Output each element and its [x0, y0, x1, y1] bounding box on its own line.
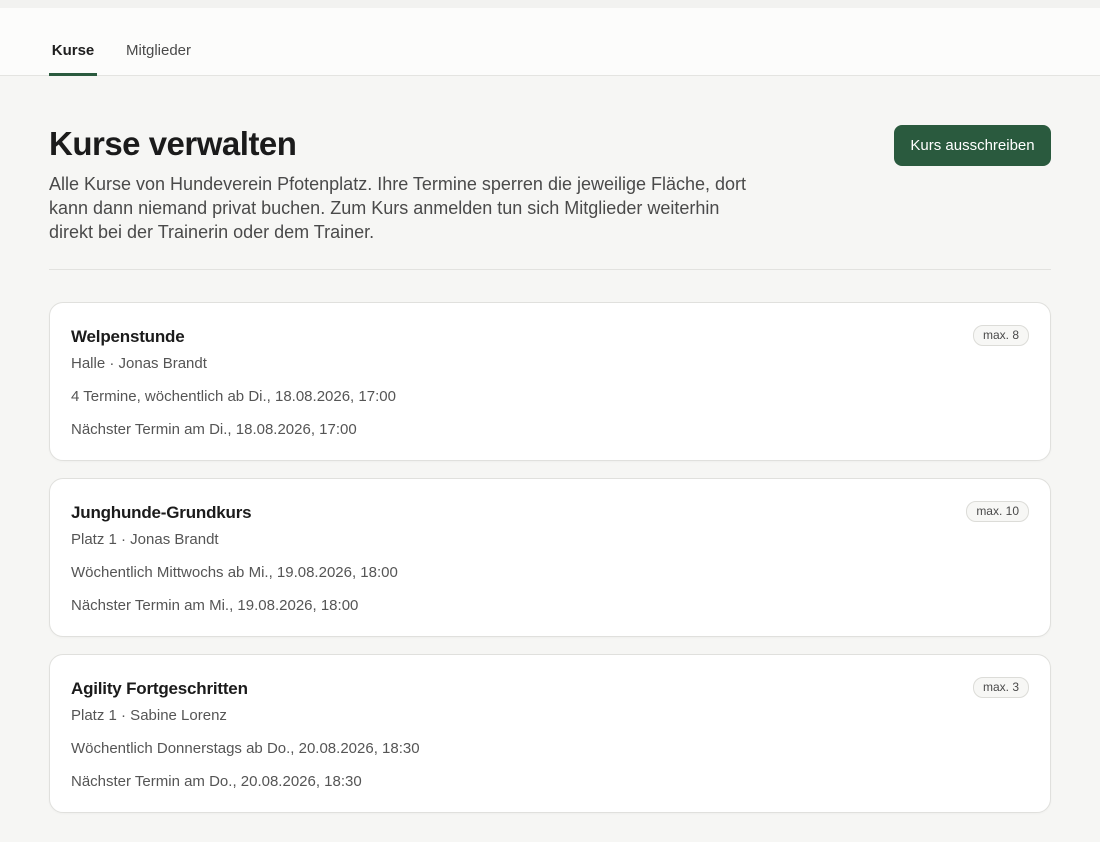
capacity-badge: max. 8	[972, 325, 1029, 346]
course-schedule: 4 Termine, wöchentlich ab Di., 18.08.202…	[71, 388, 396, 405]
tab-kurse[interactable]: Kurse	[49, 8, 97, 76]
course-location-trainer: Platz 1 · Sabine Lorenz	[71, 707, 227, 724]
course-card[interactable]: Agility Fortgeschritten Platz 1 · Sabine…	[49, 654, 1051, 813]
course-schedule: Wöchentlich Mittwochs ab Mi., 19.08.2026…	[71, 564, 398, 581]
tab-mitglieder[interactable]: Mitglieder	[126, 8, 191, 75]
header-divider	[49, 269, 1051, 270]
course-location-trainer: Halle · Jonas Brandt	[71, 355, 207, 372]
course-name: Welpenstunde	[71, 327, 185, 346]
course-card[interactable]: Welpenstunde Halle · Jonas Brandt 4 Term…	[49, 302, 1051, 461]
course-list: Welpenstunde Halle · Jonas Brandt 4 Term…	[49, 302, 1051, 830]
top-nav: Kurse Mitglieder	[0, 8, 1100, 76]
page-description: Alle Kurse von Hundeverein Pfotenplatz. …	[49, 174, 747, 242]
page-title: Kurse verwalten	[49, 125, 297, 162]
course-schedule: Wöchentlich Donnerstags ab Do., 20.08.20…	[71, 740, 420, 757]
capacity-badge: max. 10	[966, 501, 1029, 522]
course-location-trainer: Platz 1 · Jonas Brandt	[71, 531, 219, 548]
course-next-date: Nächster Termin am Do., 20.08.2026, 18:3…	[71, 773, 362, 790]
top-band	[0, 0, 1100, 8]
course-next-date: Nächster Termin am Di., 18.08.2026, 17:0…	[71, 421, 357, 438]
capacity-badge: max. 3	[972, 677, 1029, 698]
course-next-date: Nächster Termin am Mi., 19.08.2026, 18:0…	[71, 597, 359, 614]
course-card[interactable]: Junghunde-Grundkurs Platz 1 · Jonas Bran…	[49, 478, 1051, 637]
course-name: Junghunde-Grundkurs	[71, 503, 252, 522]
course-name: Agility Fortgeschritten	[71, 679, 248, 698]
kurs-ausschreiben-button[interactable]: Kurs ausschreiben	[894, 125, 1051, 166]
